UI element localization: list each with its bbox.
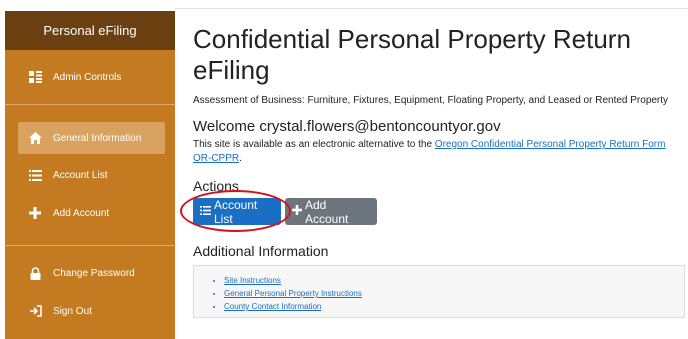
welcome-message: Welcome crystal.flowers@bentoncountyor.g… <box>193 118 501 135</box>
add-account-button[interactable]: Add Account <box>285 197 377 226</box>
admin-controls-icon <box>27 69 43 85</box>
sidebar-item-change-password[interactable]: Change Password <box>18 257 165 289</box>
additional-info-box: Site Instructions General Personal Prope… <box>193 265 685 318</box>
highlight-circle <box>180 190 291 232</box>
sidebar-item-account-list[interactable]: Account List <box>18 159 165 191</box>
top-divider <box>175 8 688 9</box>
home-icon <box>27 130 43 146</box>
sidebar-item-sign-out[interactable]: Sign Out <box>18 295 165 327</box>
sidebar-item-label: Add Account <box>53 207 110 219</box>
actions-heading: Actions <box>193 178 239 194</box>
plus-icon <box>27 205 43 221</box>
sidebar-divider <box>5 104 175 105</box>
list-icon <box>27 167 43 183</box>
additional-info-list: Site Instructions General Personal Prope… <box>224 274 684 313</box>
page-subtitle: Assessment of Business: Furniture, Fixtu… <box>193 95 669 106</box>
sidebar-divider <box>5 245 175 246</box>
sidebar-item-label: Sign Out <box>53 305 92 317</box>
add-account-button-label: Add Account <box>305 197 349 226</box>
actions-buttons: Account List Add Account <box>180 190 683 232</box>
sidebar-item-admin-controls[interactable]: Admin Controls <box>18 61 165 93</box>
description-suffix: . <box>239 153 242 164</box>
page-title: Confidential Personal Property Return eF… <box>193 24 631 85</box>
sidebar-item-label: General Information <box>53 132 142 144</box>
sidebar-item-label: Account List <box>53 169 108 181</box>
description-prefix: This site is available as an electronic … <box>193 139 435 150</box>
sidebar: Personal eFiling Admin Controls General … <box>5 11 175 339</box>
lock-icon <box>27 265 43 281</box>
main-content: Confidential Personal Property Return eF… <box>180 24 685 318</box>
general-instructions-link[interactable]: General Personal Property Instructions <box>224 289 362 298</box>
sidebar-item-label: Change Password <box>53 267 135 279</box>
county-contact-link[interactable]: County Contact Information <box>224 302 321 311</box>
plus-icon <box>292 205 302 218</box>
sidebar-item-general-information[interactable]: General Information <box>18 122 165 154</box>
list-item: County Contact Information <box>224 300 684 313</box>
list-item: General Personal Property Instructions <box>224 287 684 300</box>
sidebar-item-label: Admin Controls <box>53 71 122 83</box>
sign-out-icon <box>27 303 43 319</box>
sidebar-header: Personal eFiling <box>5 11 175 50</box>
additional-info-heading: Additional Information <box>193 243 329 259</box>
list-item: Site Instructions <box>224 274 684 287</box>
site-description: This site is available as an electronic … <box>193 138 683 166</box>
site-instructions-link[interactable]: Site Instructions <box>224 276 281 285</box>
sidebar-item-add-account[interactable]: Add Account <box>18 197 165 229</box>
